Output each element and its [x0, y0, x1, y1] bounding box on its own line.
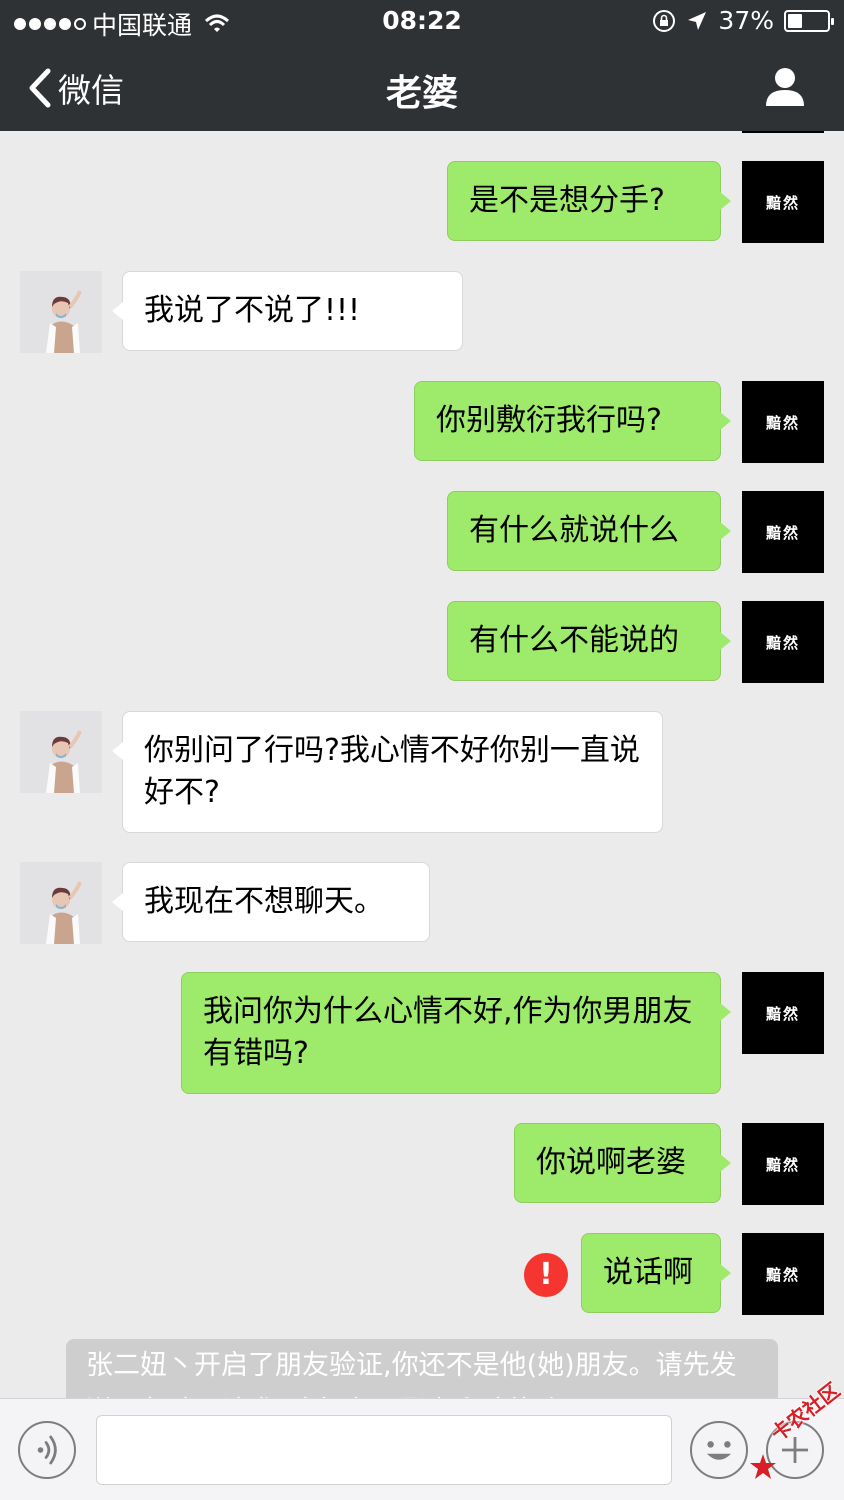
message-bubble-sent[interactable]: 你说啊老婆 [514, 1123, 731, 1203]
chat-area[interactable]: 是不是想分手? 黯然 我说了不说了!!! 你别敷衍我行吗? 黯然 有什么就说什么… [0, 131, 844, 1398]
my-avatar-text: 黯然 [765, 523, 800, 542]
message-bubble-sent[interactable]: 有什么不能说的 [447, 601, 731, 681]
message-bubble-sent[interactable]: 是不是想分手? [447, 161, 731, 241]
my-avatar-text: 黯然 [765, 633, 800, 652]
send-failed-icon[interactable]: ! [524, 1253, 568, 1297]
my-avatar-text: 黯然 [765, 1155, 800, 1174]
my-avatar-text: 黯然 [765, 193, 800, 212]
contact-avatar[interactable] [20, 862, 102, 944]
message-bubble-sent[interactable]: 你别敷衍我行吗? [414, 381, 731, 461]
location-arrow-icon [688, 11, 707, 30]
my-avatar[interactable]: 黯然 [742, 1123, 824, 1205]
contact-avatar[interactable] [20, 271, 102, 353]
my-avatar[interactable]: 黯然 [742, 161, 824, 243]
contact-photo-icon [20, 711, 102, 793]
input-bar [0, 1398, 844, 1500]
battery-level [788, 13, 803, 28]
navigation-bar: 微信 老婆 [0, 44, 844, 131]
my-avatar-text: 黯然 [765, 1004, 800, 1023]
my-avatar[interactable]: 黯然 [742, 972, 824, 1054]
battery-percent: 37% [718, 6, 774, 35]
profile-icon[interactable] [764, 66, 806, 108]
emoji-icon[interactable] [690, 1421, 748, 1479]
my-avatar[interactable]: 黯然 [742, 1233, 824, 1315]
my-avatar-text: 黯然 [765, 413, 800, 432]
message-bubble-received[interactable]: 我现在不想聊天。 [112, 862, 430, 942]
message-bubble-received[interactable]: 你别问了行吗?我心情不好你别一直说好不? [112, 711, 663, 833]
message-input[interactable] [96, 1415, 672, 1485]
message-bubble-received[interactable]: 我说了不说了!!! [112, 271, 463, 351]
contact-avatar[interactable] [20, 711, 102, 793]
my-avatar[interactable]: 黯然 [742, 601, 824, 683]
battery-icon [784, 9, 834, 32]
message-bubble-sent[interactable]: 我问你为什么心情不好,作为你男朋友有错吗? [181, 972, 731, 1094]
message-bubble-sent[interactable]: 说话啊 [581, 1233, 731, 1313]
my-avatar-text: 黯然 [765, 1265, 800, 1284]
status-right: 37% [652, 6, 834, 35]
message-bubble-sent[interactable]: 有什么就说什么 [447, 491, 731, 571]
more-options-plus-icon[interactable] [766, 1421, 824, 1479]
my-avatar[interactable]: 黯然 [742, 491, 824, 573]
status-bar: 中国联通 08:22 37% [0, 0, 844, 44]
contact-photo-icon [20, 271, 102, 353]
system-notice: 张二妞丶开启了朋友验证,你还不是他(她)朋友。请先发送朋友验证请求,对方验证通过… [66, 1339, 778, 1398]
partial-avatar [742, 131, 824, 133]
my-avatar[interactable]: 黯然 [742, 381, 824, 463]
voice-input-icon[interactable] [18, 1421, 76, 1479]
orientation-lock-icon [653, 9, 676, 32]
contact-photo-icon [20, 862, 102, 944]
chat-title: 老婆 [385, 73, 458, 114]
top-bar: 中国联通 08:22 37% 微信 老婆 [0, 0, 844, 131]
